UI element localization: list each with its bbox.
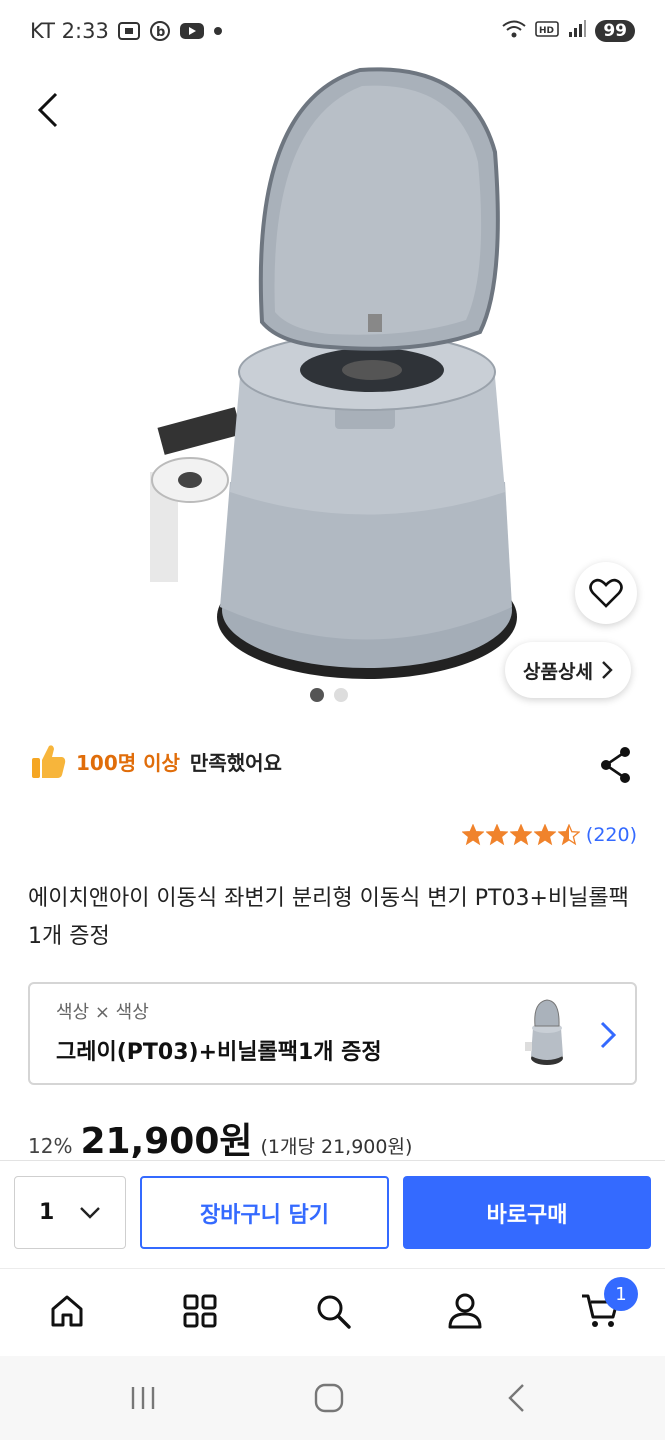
quantity-select[interactable]: 1 bbox=[14, 1176, 126, 1249]
share-button[interactable] bbox=[598, 746, 634, 784]
nav-category[interactable] bbox=[178, 1289, 222, 1333]
nav-search[interactable] bbox=[311, 1289, 355, 1333]
heart-icon bbox=[589, 578, 623, 608]
svg-text:HD: HD bbox=[539, 26, 554, 36]
discount-rate: 12% bbox=[28, 1134, 73, 1158]
recent-apps-button[interactable] bbox=[123, 1380, 163, 1416]
back-button[interactable] bbox=[28, 90, 68, 130]
b-app-icon: b bbox=[149, 20, 171, 42]
option-selector[interactable]: 색상 × 색상 그레이(PT03)+비닐롤팩1개 증정 bbox=[28, 982, 637, 1085]
home-icon bbox=[51, 1295, 83, 1327]
home-system-button[interactable] bbox=[309, 1380, 349, 1416]
profile-icon bbox=[448, 1293, 482, 1329]
share-icon bbox=[601, 747, 630, 783]
system-nav-bar bbox=[0, 1356, 665, 1440]
nav-cart[interactable]: 1 bbox=[578, 1277, 638, 1333]
buy-now-button[interactable]: 바로구매 bbox=[403, 1176, 651, 1249]
satisfaction-text: 만족했어요 bbox=[189, 750, 282, 775]
recent-apps-icon bbox=[131, 1387, 155, 1409]
search-icon bbox=[317, 1295, 351, 1329]
carousel-indicator bbox=[310, 688, 348, 702]
unit-price: (1개당 21,900원) bbox=[260, 1136, 413, 1158]
chevron-down-icon bbox=[80, 1206, 100, 1219]
carousel-dot-active bbox=[310, 688, 324, 702]
product-detail-label: 상품상세 bbox=[523, 660, 593, 683]
nav-home[interactable] bbox=[45, 1289, 89, 1333]
youtube-icon bbox=[179, 21, 205, 41]
star-icon bbox=[461, 824, 484, 846]
chevron-right-icon bbox=[600, 1021, 617, 1049]
back-arrow-icon bbox=[508, 1384, 524, 1412]
svg-text:b: b bbox=[156, 25, 165, 40]
chevron-left-icon bbox=[37, 92, 58, 128]
battery-indicator: 99 bbox=[595, 20, 635, 42]
status-bar: KT 2:33 b HD 99 bbox=[0, 0, 665, 62]
chevron-right-icon bbox=[602, 661, 613, 679]
purchase-bar: 1 장바구니 담기 바로구매 bbox=[0, 1160, 665, 1268]
option-thumbnail bbox=[525, 999, 563, 1065]
product-image-carousel[interactable]: 상품상세 bbox=[0, 62, 665, 722]
add-to-cart-button[interactable]: 장바구니 담기 bbox=[140, 1176, 389, 1249]
star-icon bbox=[485, 824, 508, 846]
bottom-nav: 1 bbox=[0, 1268, 665, 1356]
product-image bbox=[150, 67, 517, 679]
screenshot-icon bbox=[117, 20, 141, 42]
thumbs-up-icon bbox=[32, 745, 66, 778]
star-icon bbox=[557, 824, 580, 846]
cart-badge: 1 bbox=[604, 1277, 638, 1311]
product-title: 에이치앤아이 이동식 좌변기 분리형 이동식 변기 PT03+비닐롤팩1개 증정 bbox=[28, 886, 629, 949]
home-circle-icon bbox=[314, 1383, 344, 1413]
star-icon bbox=[533, 824, 556, 846]
wishlist-button[interactable] bbox=[575, 562, 637, 624]
satisfaction-row: 100명 이상 만족했어요 bbox=[30, 742, 282, 780]
hd-icon: HD bbox=[535, 19, 560, 43]
star-icon bbox=[509, 824, 532, 846]
price-row: 12% 21,900원 (1개당 21,900원) bbox=[28, 1112, 412, 1164]
rating-row[interactable]: (220) bbox=[461, 824, 637, 846]
sale-price: 21,900원 bbox=[80, 1121, 253, 1162]
signal-icon bbox=[567, 19, 587, 44]
carrier-time: KT 2:33 bbox=[30, 19, 109, 43]
product-detail-button[interactable]: 상품상세 bbox=[505, 642, 631, 698]
back-system-button[interactable] bbox=[496, 1380, 536, 1416]
dot-icon bbox=[213, 26, 223, 36]
rating-count[interactable]: (220) bbox=[586, 824, 637, 846]
nav-my-account[interactable] bbox=[443, 1289, 487, 1333]
category-icon bbox=[183, 1294, 217, 1328]
quantity-value: 1 bbox=[39, 1200, 55, 1225]
satisfaction-highlight: 100명 이상 bbox=[76, 750, 180, 775]
carousel-dot bbox=[334, 688, 348, 702]
rating-stars bbox=[461, 824, 580, 846]
wifi-icon bbox=[501, 18, 527, 45]
